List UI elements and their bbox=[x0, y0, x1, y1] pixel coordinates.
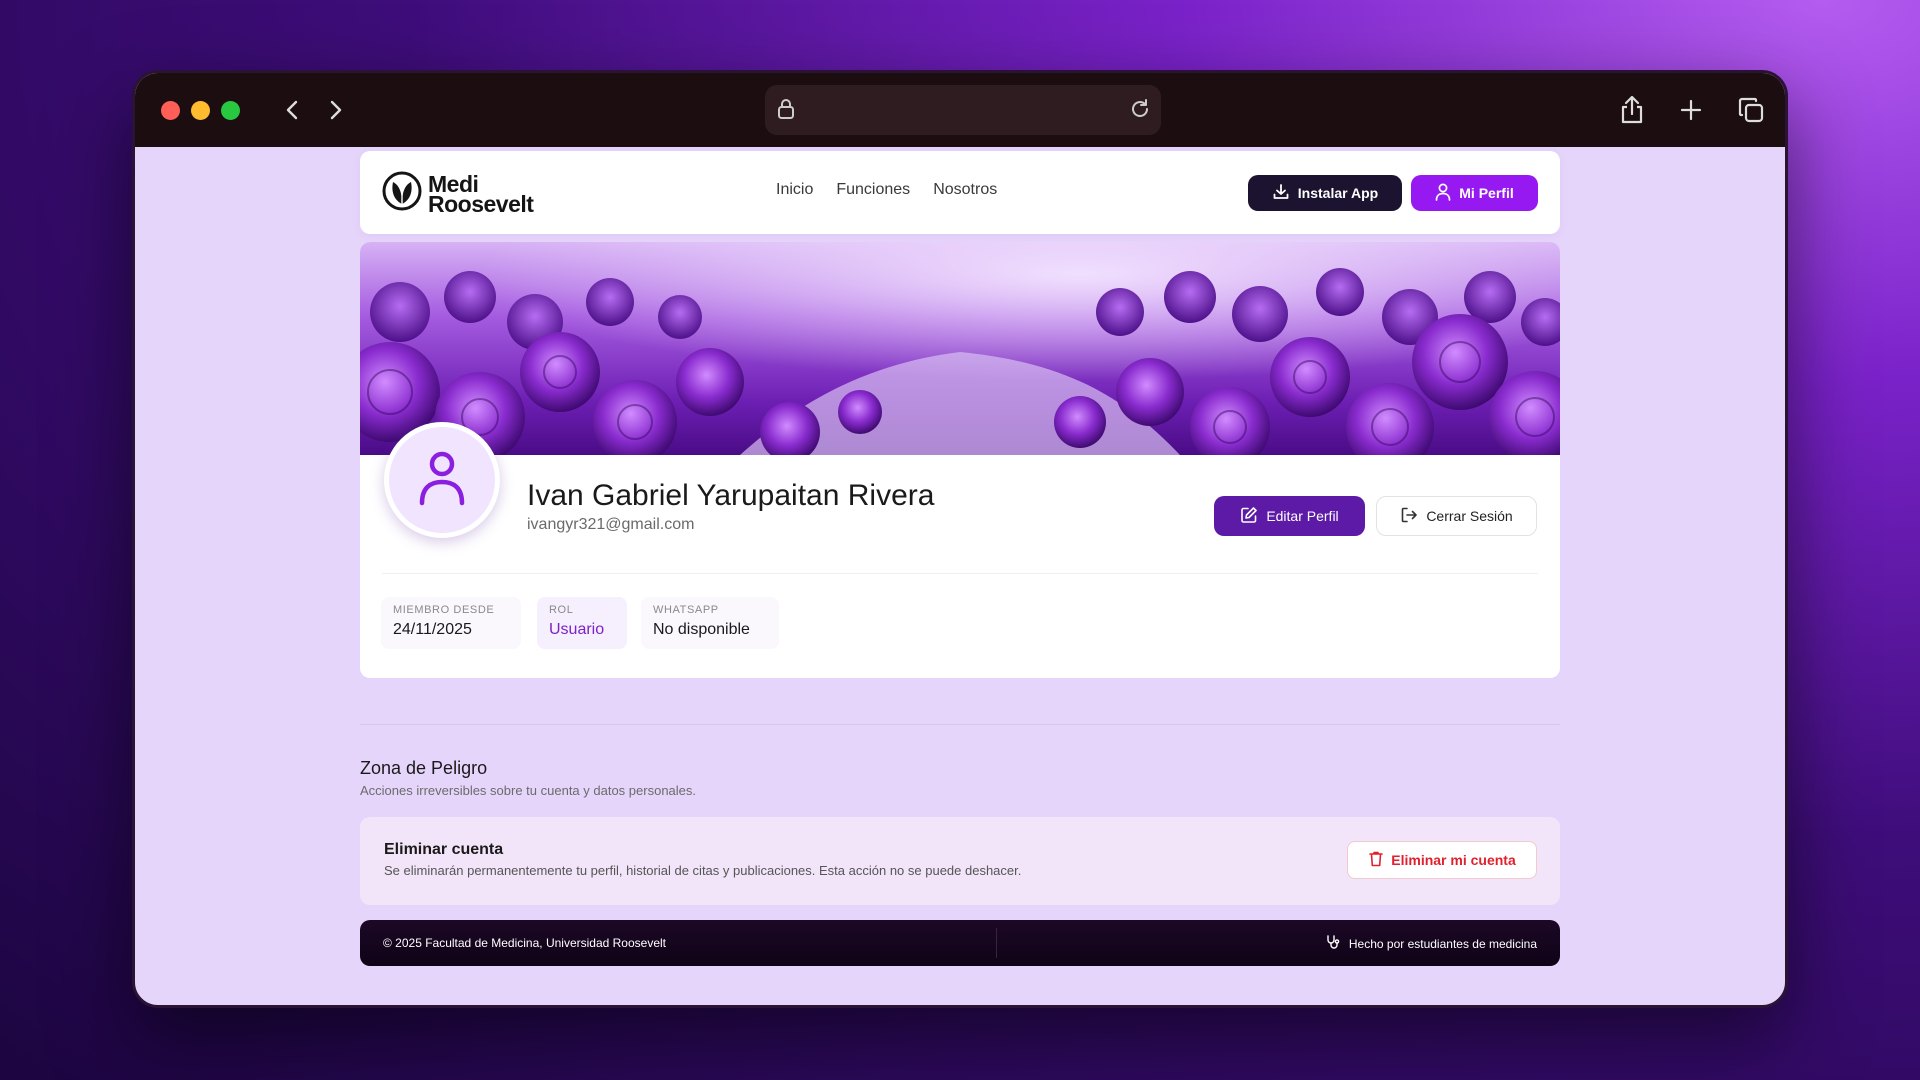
brand-name-line2: Roosevelt bbox=[428, 190, 534, 217]
reload-icon[interactable] bbox=[1129, 98, 1151, 125]
profile-name: Ivan Gabriel Yarupaitan Rivera bbox=[527, 479, 935, 512]
download-icon bbox=[1272, 183, 1290, 204]
card-divider bbox=[382, 573, 1538, 574]
leaf-logo-icon bbox=[382, 171, 422, 216]
brand-logo[interactable]: Medi Roosevelt bbox=[382, 171, 534, 217]
section-divider bbox=[360, 724, 1560, 725]
delete-account-title: Eliminar cuenta bbox=[384, 841, 504, 858]
profile-banner-image bbox=[360, 242, 1560, 455]
logout-button[interactable]: Cerrar Sesión bbox=[1376, 496, 1537, 536]
footer-credit: Hecho por estudiantes de medicina bbox=[1348, 936, 1537, 951]
browser-window: Medi Roosevelt Inicio Funciones Nosotros… bbox=[132, 70, 1788, 1008]
page-content: Medi Roosevelt Inicio Funciones Nosotros… bbox=[135, 147, 1785, 1005]
edit-icon bbox=[1240, 506, 1258, 527]
edit-profile-button[interactable]: Editar Perfil bbox=[1214, 496, 1365, 536]
profile-email: ivangyr321@gmail.com bbox=[527, 516, 695, 533]
delete-account-button[interactable]: Eliminar mi cuenta bbox=[1347, 841, 1537, 879]
stethoscope-icon bbox=[1325, 934, 1341, 953]
edit-profile-label: Editar Perfil bbox=[1266, 508, 1339, 524]
back-icon[interactable] bbox=[277, 93, 307, 127]
delete-account-card: Eliminar cuenta Se eliminarán permanente… bbox=[360, 817, 1560, 905]
stat-value: No disponible bbox=[653, 621, 750, 638]
browser-toolbar bbox=[135, 73, 1785, 147]
profile-card: Ivan Gabriel Yarupaitan Rivera ivangyr32… bbox=[360, 242, 1560, 678]
lock-icon bbox=[777, 98, 795, 125]
danger-zone-title: Zona de Peligro bbox=[360, 758, 488, 778]
my-profile-label: Mi Perfil bbox=[1459, 185, 1514, 201]
stat-value: Usuario bbox=[549, 621, 605, 638]
address-bar[interactable] bbox=[765, 85, 1161, 135]
nav-link-inicio[interactable]: Inicio bbox=[776, 181, 813, 199]
stat-label: ROL bbox=[549, 604, 574, 616]
stat-member-since: MIEMBRO DESDE 24/11/2025 bbox=[381, 597, 521, 649]
stat-role: ROL Usuario bbox=[537, 597, 627, 649]
stat-label: WHATSAPP bbox=[653, 604, 719, 616]
nav-link-funciones[interactable]: Funciones bbox=[836, 181, 910, 199]
site-footer: © 2025 Facultad de Medicina, Universidad… bbox=[360, 920, 1560, 966]
user-avatar-icon bbox=[418, 450, 466, 511]
nav-link-nosotros[interactable]: Nosotros bbox=[933, 181, 997, 199]
new-tab-icon[interactable] bbox=[1674, 93, 1708, 127]
install-app-label: Instalar App bbox=[1297, 185, 1379, 201]
stat-label: MIEMBRO DESDE bbox=[393, 604, 495, 616]
nav-links: Inicio Funciones Nosotros bbox=[776, 181, 997, 199]
minimize-window-button[interactable] bbox=[191, 101, 210, 120]
site-navbar: Medi Roosevelt Inicio Funciones Nosotros… bbox=[360, 151, 1560, 234]
stat-value: 24/11/2025 bbox=[393, 621, 472, 638]
tabs-overview-icon[interactable] bbox=[1734, 93, 1768, 127]
trash-icon bbox=[1368, 850, 1384, 870]
danger-zone-subtitle: Acciones irreversibles sobre tu cuenta y… bbox=[360, 783, 697, 798]
delete-account-label: Eliminar mi cuenta bbox=[1391, 852, 1516, 868]
delete-account-description: Se eliminarán permanentemente tu perfil,… bbox=[384, 863, 1022, 878]
logout-icon bbox=[1400, 506, 1418, 527]
close-window-button[interactable] bbox=[161, 101, 180, 120]
stat-whatsapp: WHATSAPP No disponible bbox=[641, 597, 779, 649]
maximize-window-button[interactable] bbox=[221, 101, 240, 120]
forward-icon[interactable] bbox=[321, 93, 351, 127]
avatar[interactable] bbox=[384, 422, 500, 538]
my-profile-button[interactable]: Mi Perfil bbox=[1411, 175, 1538, 211]
logout-label: Cerrar Sesión bbox=[1426, 508, 1513, 524]
share-icon[interactable] bbox=[1615, 93, 1649, 127]
install-app-button[interactable]: Instalar App bbox=[1248, 175, 1402, 211]
footer-copyright: © 2025 Facultad de Medicina, Universidad… bbox=[383, 936, 666, 950]
footer-divider bbox=[996, 928, 997, 958]
user-icon bbox=[1435, 183, 1451, 204]
